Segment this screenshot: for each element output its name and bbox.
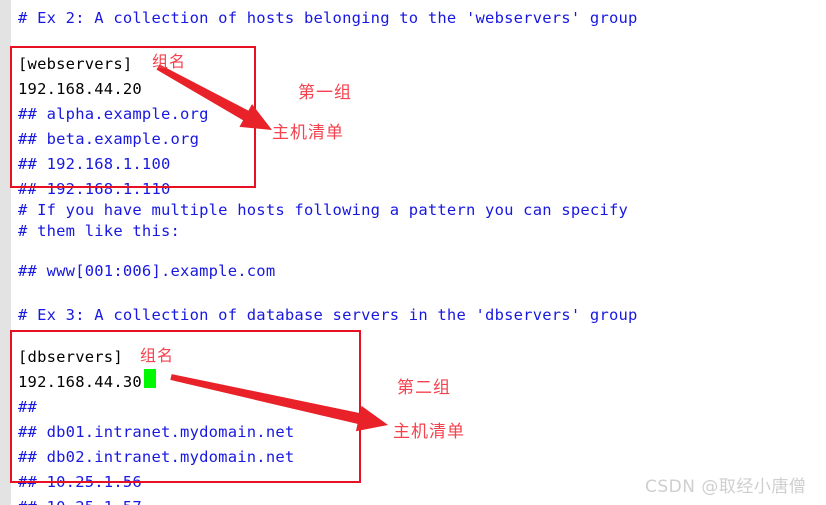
csdn-watermark: CSDN @取经小唐僧 xyxy=(645,477,807,497)
group-name-label-2: 组名 xyxy=(140,346,175,365)
host-list-label-2: 主机清单 xyxy=(393,422,465,442)
second-group-label: 第二组 xyxy=(397,378,451,398)
screenshot-root: # Ex 2: A collection of hosts belonging … xyxy=(0,0,826,505)
arrow-shape xyxy=(170,374,388,432)
host-list-label-1: 主机清单 xyxy=(272,123,344,143)
group-name-label-1: 组名 xyxy=(152,52,187,71)
first-group-label: 第一组 xyxy=(298,83,352,103)
